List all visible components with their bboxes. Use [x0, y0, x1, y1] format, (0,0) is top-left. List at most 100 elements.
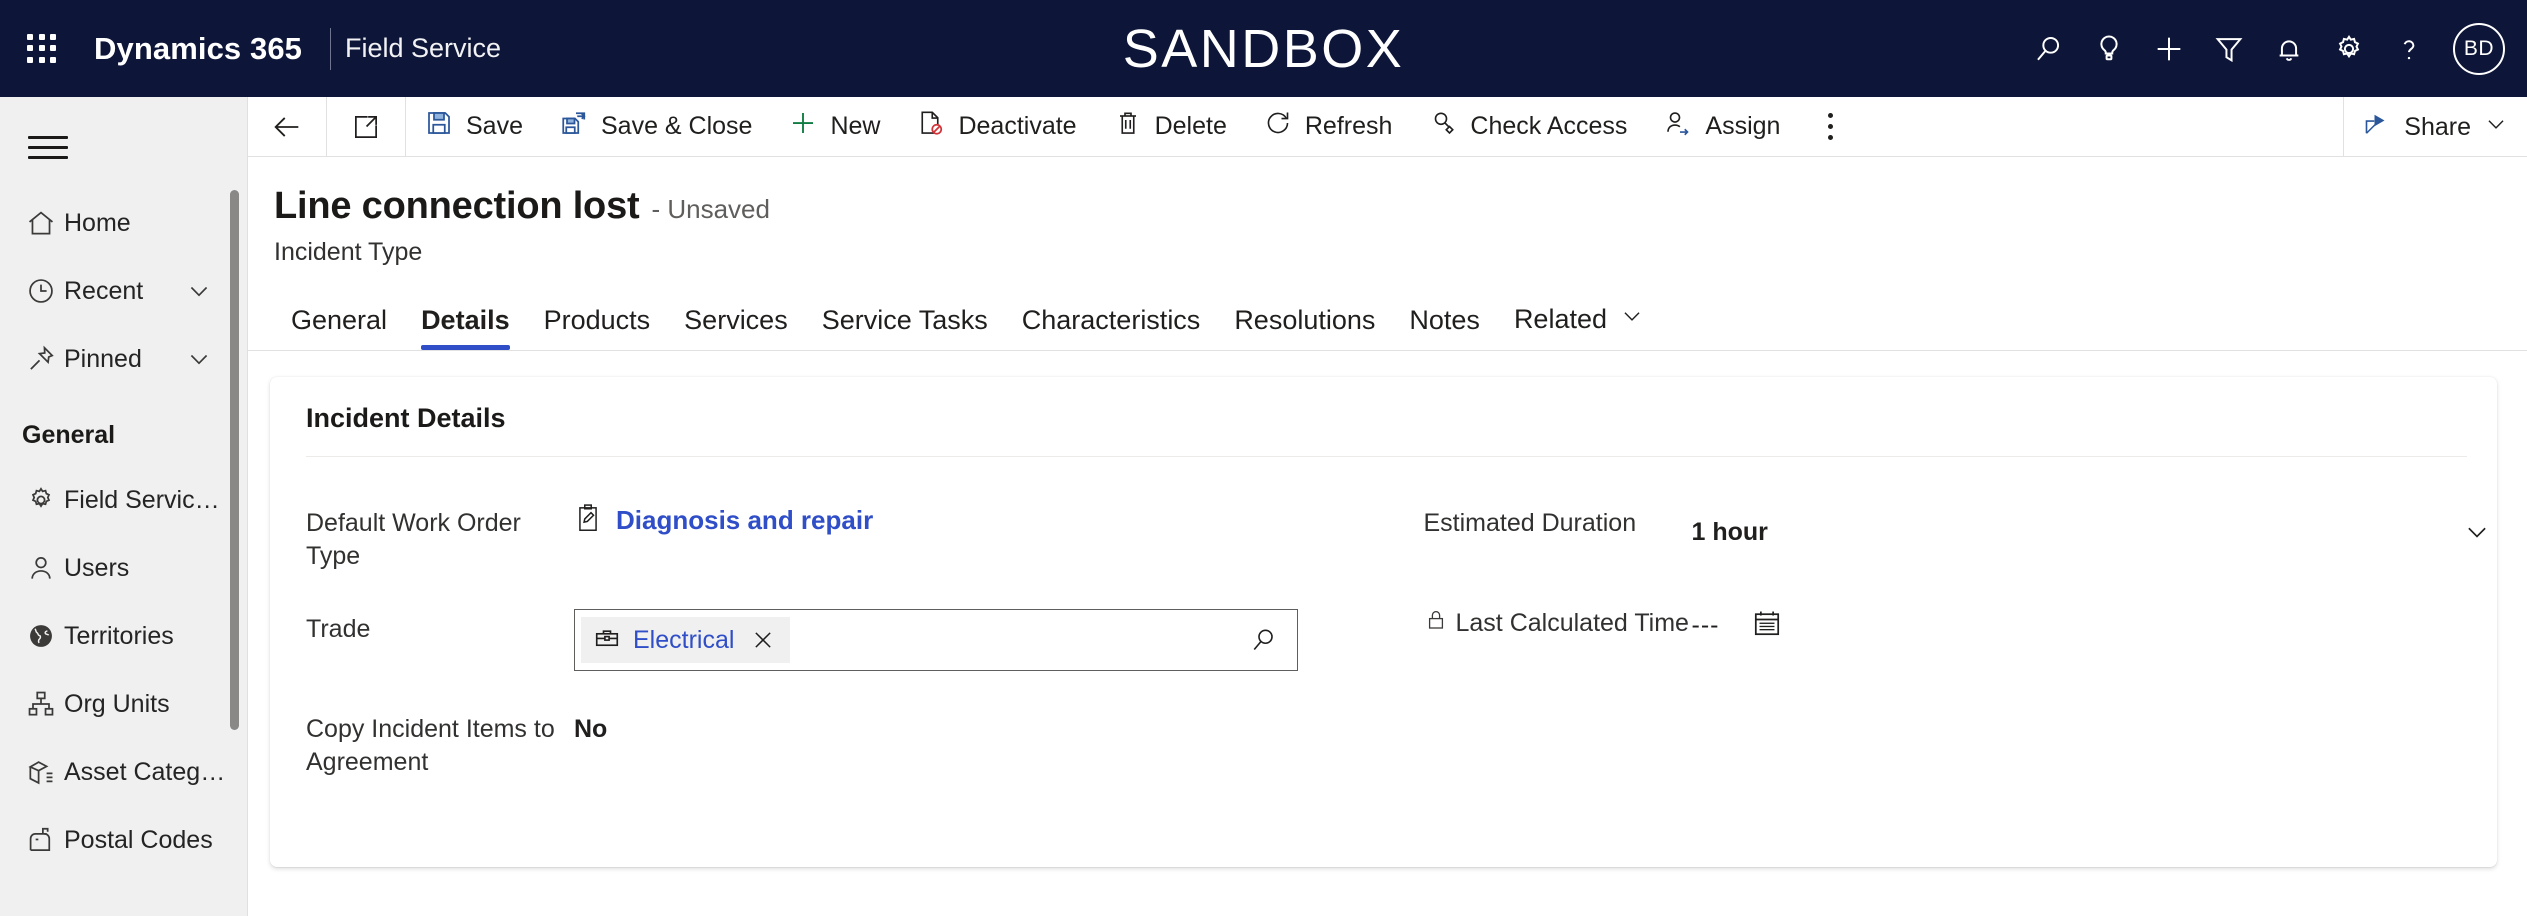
tab-products[interactable]: Products	[527, 305, 668, 350]
sidebar-item-label: Postal Codes	[64, 825, 213, 854]
copy-incident-items-value: No	[574, 715, 608, 743]
field-value: ---	[1692, 593, 2498, 640]
deactivate-button[interactable]: Deactivate	[898, 97, 1094, 157]
field-label: Default Work Order Type	[306, 509, 521, 570]
lightbulb-icon[interactable]	[2079, 18, 2139, 80]
field-copy-incident-items-to-agreement: Copy Incident Items to Agreement No	[306, 699, 1384, 779]
calendar-icon[interactable]	[1751, 605, 1783, 639]
trash-icon	[1113, 108, 1143, 145]
bell-icon[interactable]	[2259, 18, 2319, 80]
field-trade: Trade Electrical	[306, 599, 1384, 673]
sidebar-item-asset-categories[interactable]: Asset Categories	[0, 738, 247, 806]
tab-related-label: Related	[1513, 304, 1608, 334]
last-calculated-time-field[interactable]: ---	[1692, 603, 2498, 640]
tab-related[interactable]: Related	[1497, 303, 1662, 350]
chevron-down-icon[interactable]	[185, 277, 213, 305]
sidebar-item-users[interactable]: Users	[0, 534, 247, 602]
header-actions: BD	[2019, 0, 2527, 97]
sidebar-item-org-units[interactable]: Org Units	[0, 670, 247, 738]
incident-details-card: Incident Details Default Work Order Type	[270, 377, 2497, 867]
environment-banner-text: SANDBOX	[1122, 18, 1405, 79]
open-in-new-window-button[interactable]	[327, 97, 405, 157]
field-label: Trade	[306, 615, 371, 643]
more-commands-button[interactable]	[1798, 97, 1862, 157]
sidebar-item-recent[interactable]: Recent	[0, 257, 247, 325]
trade-lookup-input[interactable]: Electrical	[574, 609, 1298, 671]
field-label: Estimated Duration	[1423, 509, 1637, 537]
sidebar-item-home[interactable]: Home	[0, 189, 247, 257]
page-title: Line connection lost	[274, 185, 640, 227]
save-and-close-button[interactable]: Save & Close	[541, 97, 770, 157]
clipboard-pencil-icon	[574, 503, 602, 538]
estimated-duration-combobox[interactable]: 1 hour	[1692, 503, 2492, 561]
search-icon[interactable]	[1249, 625, 1279, 655]
mailbox-icon	[18, 824, 64, 856]
tab-resolutions[interactable]: Resolutions	[1217, 305, 1392, 350]
default-work-order-type-link[interactable]: Diagnosis and repair	[574, 503, 1384, 538]
chevron-down-icon[interactable]	[1619, 303, 1645, 336]
tab-notes[interactable]: Notes	[1392, 305, 1497, 350]
sidebar-item-label: Asset Categories	[64, 757, 247, 786]
sidebar-item-field-service-settings[interactable]: Field Service Setti...	[0, 466, 247, 534]
chevron-down-icon[interactable]	[185, 345, 213, 373]
hamburger-menu-icon[interactable]	[16, 115, 80, 179]
chevron-down-icon[interactable]	[2462, 517, 2492, 547]
gear-icon[interactable]	[2319, 18, 2379, 80]
sidebar-item-territories[interactable]: Territories	[0, 602, 247, 670]
delete-button[interactable]: Delete	[1095, 97, 1245, 157]
sidebar-item-label: Home	[64, 208, 131, 237]
plus-icon[interactable]	[2139, 18, 2199, 80]
close-icon[interactable]	[746, 627, 780, 653]
last-calculated-time-value: ---	[1691, 611, 1720, 639]
avatar[interactable]: BD	[2453, 22, 2505, 75]
tab-general[interactable]: General	[274, 305, 404, 350]
save-icon	[424, 108, 454, 145]
org-chart-icon	[18, 688, 64, 720]
sidebar-item-label: Pinned	[64, 344, 142, 373]
brand-title[interactable]: Dynamics 365	[80, 31, 316, 67]
app-launcher-waffle-icon[interactable]	[16, 23, 68, 75]
sidebar-item-pinned[interactable]: Pinned	[0, 325, 247, 393]
back-button[interactable]	[248, 97, 326, 157]
sidebar-item-postal-codes[interactable]: Postal Codes	[0, 806, 247, 874]
sidebar-group-title: General	[22, 421, 116, 449]
form-columns: Default Work Order Type Diagnosis and re…	[270, 457, 2497, 805]
trade-chip-label: Electrical	[633, 625, 735, 654]
save-button[interactable]: Save	[406, 97, 541, 157]
record-save-state: - Unsaved	[651, 194, 770, 224]
question-icon[interactable]	[2379, 18, 2439, 80]
home-icon	[18, 207, 64, 239]
pin-icon	[18, 343, 64, 375]
assign-button[interactable]: Assign	[1645, 97, 1798, 157]
ellipsis-icon	[1827, 113, 1833, 140]
filter-icon[interactable]	[2199, 18, 2259, 80]
record-entity-name: Incident Type	[274, 238, 423, 266]
app-name[interactable]: Field Service	[345, 33, 501, 64]
refresh-button-label: Refresh	[1304, 112, 1393, 140]
sidebar: Home Recent Pinned General Field Service…	[0, 97, 248, 916]
section-title: Incident Details	[306, 403, 506, 433]
chevron-down-icon[interactable]	[2483, 111, 2509, 144]
default-work-order-type-value: Diagnosis and repair	[616, 505, 874, 535]
form-area: Incident Details Default Work Order Type	[248, 351, 2527, 872]
main-content: Save Save & Close New Deactivate Delete …	[248, 96, 2527, 916]
field-value[interactable]: No	[574, 699, 1384, 744]
refresh-button[interactable]: Refresh	[1245, 97, 1411, 157]
field-estimated-duration: Estimated Duration 1 hour	[1424, 493, 2498, 567]
new-button[interactable]: New	[770, 97, 898, 157]
search-icon[interactable]	[2019, 18, 2079, 80]
sidebar-item-label: Territories	[64, 621, 174, 650]
tab-services[interactable]: Services	[667, 305, 805, 350]
check-access-button[interactable]: Check Access	[1410, 97, 1645, 157]
tab-service-tasks[interactable]: Service Tasks	[805, 305, 1005, 350]
tab-characteristics[interactable]: Characteristics	[1005, 305, 1218, 350]
form-column-left: Default Work Order Type Diagnosis and re…	[270, 493, 1384, 805]
share-button[interactable]: Share	[2344, 97, 2527, 157]
field-last-calculated-time: Last Calculated Time ---	[1424, 593, 2498, 667]
field-label: Last Calculated Time	[1424, 593, 1692, 642]
form-tab-strip: General Details Products Services Servic…	[248, 289, 2527, 351]
box-list-icon	[18, 756, 64, 788]
sidebar-scrollbar[interactable]	[230, 190, 239, 730]
tab-details[interactable]: Details	[404, 305, 527, 350]
trade-chip[interactable]: Electrical	[581, 617, 791, 663]
